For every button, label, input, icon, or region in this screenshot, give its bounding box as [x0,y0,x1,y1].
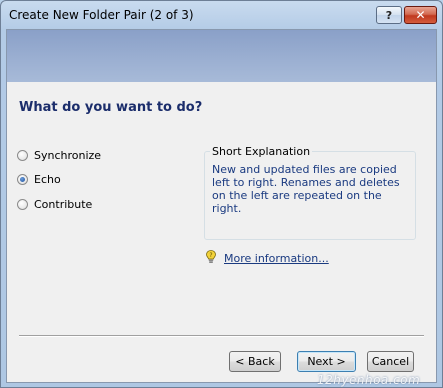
option-contribute[interactable]: Contribute [17,198,92,211]
footer-divider [19,335,424,337]
explanation-text: New and updated files are copied left to… [212,163,400,215]
next-button[interactable]: Next > [297,351,356,372]
dialog-window: Create New Folder Pair (2 of 3) ? ✕ What… [0,0,443,388]
watermark-text: 12hyenhoa.com [317,373,421,387]
explanation-group: Short Explanation New and updated files … [204,145,416,240]
dialog-client-area: What do you want to do? Synchronize Echo… [6,29,437,383]
header-banner [7,30,436,82]
option-label: Contribute [34,198,93,211]
svg-text:?: ? [209,252,212,259]
window-title: Create New Folder Pair (2 of 3) [9,8,194,22]
more-information-link[interactable]: More information... [224,252,329,265]
radio-synchronize[interactable] [17,150,28,161]
radio-contribute[interactable] [17,199,28,210]
help-bulb-icon: ? [206,250,216,267]
help-icon: ? [385,8,393,22]
help-button[interactable]: ? [376,6,402,24]
close-button[interactable]: ✕ [404,6,437,24]
option-synchronize[interactable]: Synchronize [17,149,101,162]
cancel-button[interactable]: Cancel [367,351,414,372]
option-label: Synchronize [34,149,102,162]
radio-echo[interactable] [17,174,28,185]
back-button[interactable]: < Back [229,351,281,372]
explanation-title: Short Explanation [210,145,313,158]
option-echo[interactable]: Echo [17,173,61,186]
more-information[interactable]: ? More information... [206,250,329,267]
page-heading: What do you want to do? [19,100,203,115]
title-bar[interactable]: Create New Folder Pair (2 of 3) ? ✕ [1,1,442,29]
option-label: Echo [34,173,61,186]
close-icon: ✕ [415,8,426,22]
